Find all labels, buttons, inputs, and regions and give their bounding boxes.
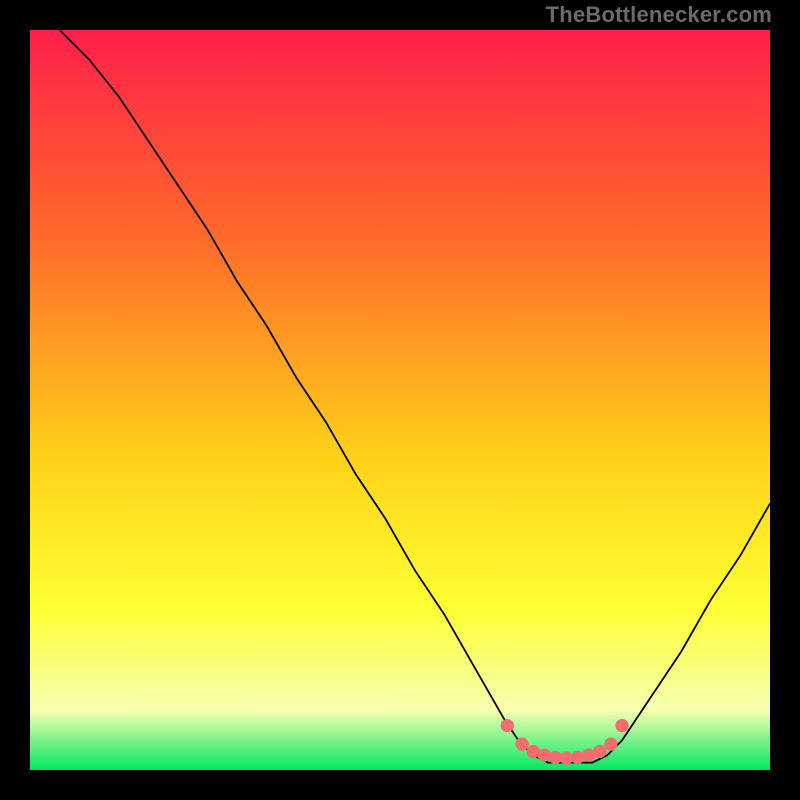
chart-container: TheBottlenecker.com (0, 0, 800, 800)
plot-svg (30, 30, 770, 770)
plot-area (30, 30, 770, 770)
marker-dot (501, 719, 514, 732)
marker-dot (604, 737, 617, 750)
marker-dot (615, 719, 628, 732)
marker-dot (515, 737, 528, 750)
marker-dot (571, 751, 584, 764)
gradient-background (30, 30, 770, 770)
marker-dot (538, 749, 551, 762)
attribution-text: TheBottlenecker.com (546, 2, 772, 28)
marker-dot (593, 745, 606, 758)
